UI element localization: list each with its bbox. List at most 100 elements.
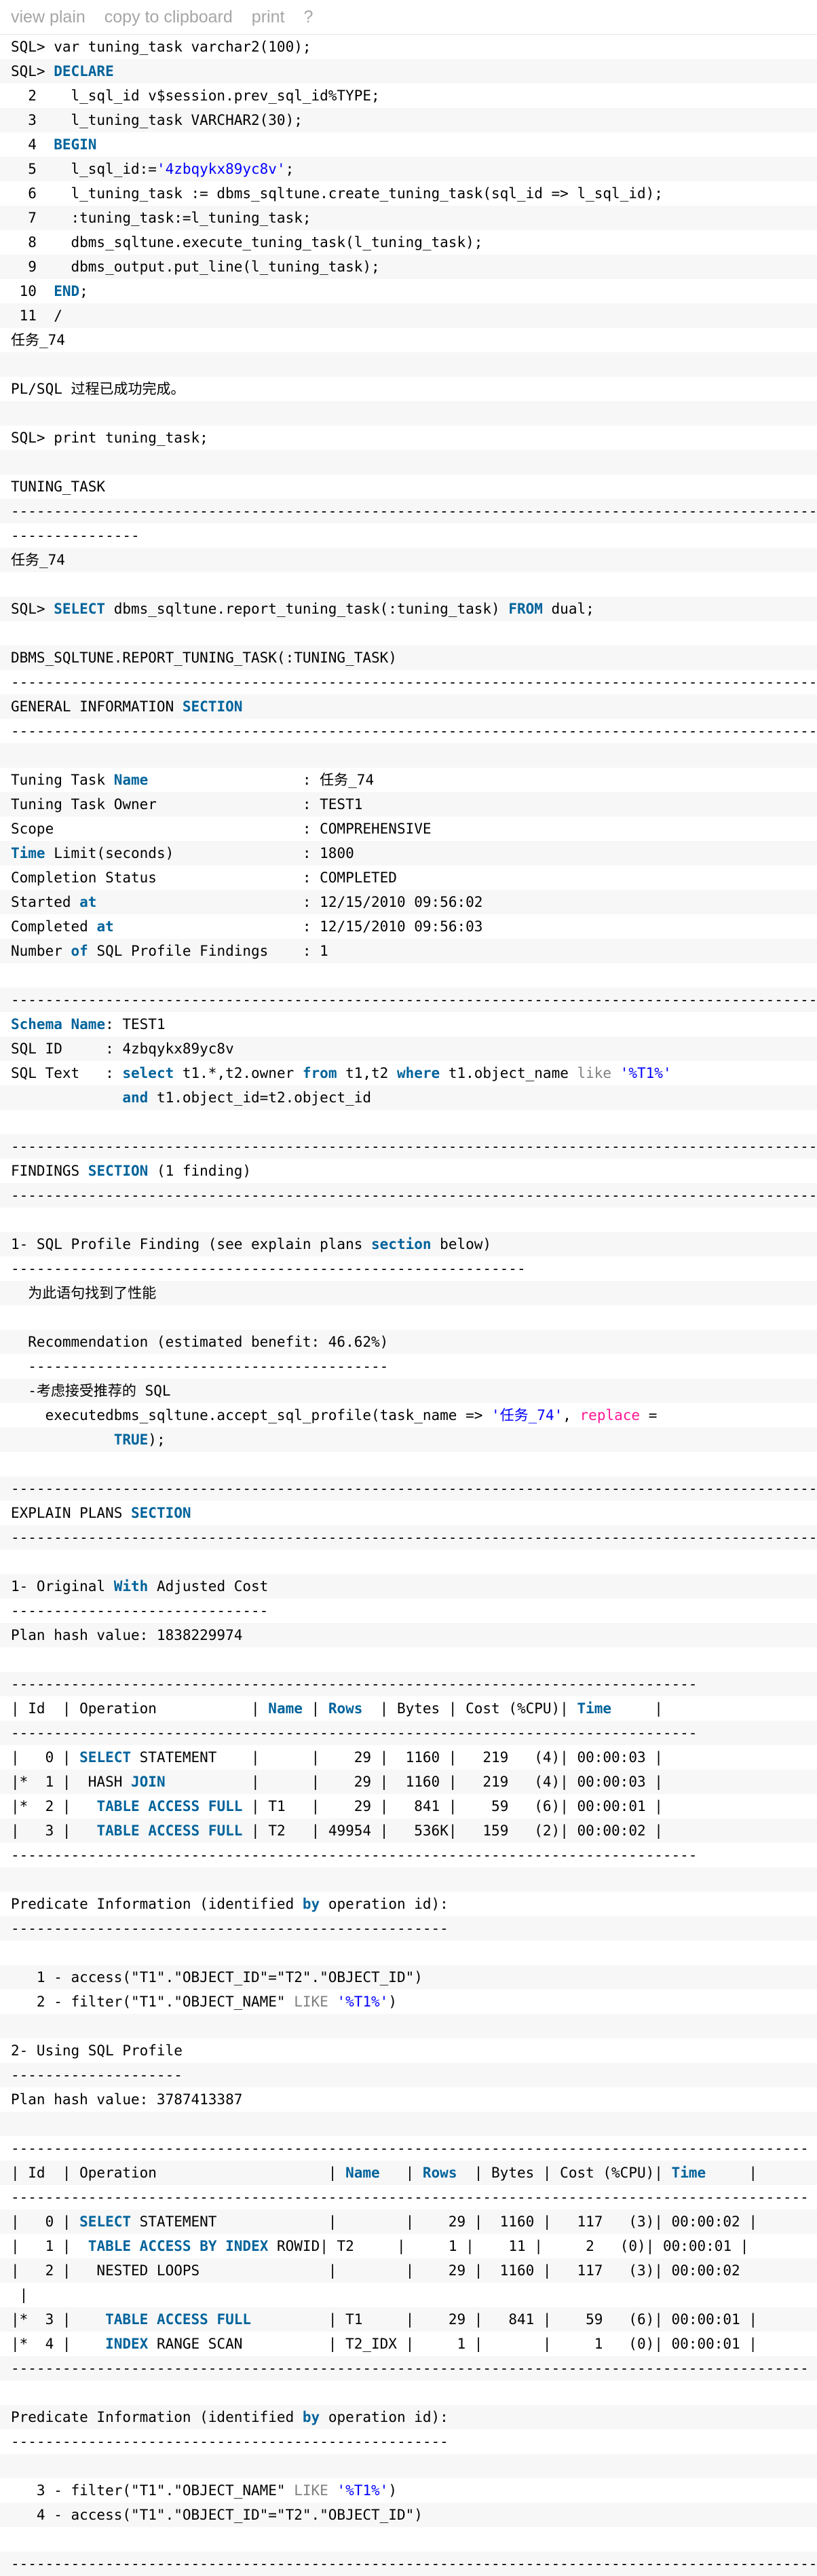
code-line: 4 - access("T1"."OBJECT_ID"="T2"."OBJECT… xyxy=(0,2503,817,2527)
code-line: | xyxy=(11,2287,28,2303)
code-line: 1 - access("T1"."OBJECT_ID"="T2"."OBJECT… xyxy=(0,1965,817,1990)
code-line: --------------- xyxy=(11,527,140,544)
code-line xyxy=(0,352,817,377)
code-line: ----------------------------------------… xyxy=(11,2189,809,2205)
code-line: 2 - filter("T1"."OBJECT_NAME" LIKE '%T1%… xyxy=(11,1994,397,2010)
code-line xyxy=(0,1867,817,1892)
code-line: ----------------------------------------… xyxy=(11,674,817,690)
code-line: PL/SQL 过程已成功完成。 xyxy=(11,381,185,397)
code-line: ----------------------------------------… xyxy=(0,499,817,523)
code-line: |* 1 | HASH JOIN | | 29 | 1160 | 219 (4)… xyxy=(0,1770,817,1794)
code-line: Scope : COMPREHENSIVE xyxy=(11,821,432,837)
code-line: -------------------- xyxy=(0,2063,817,2087)
code-line: 2- Using SQL Profile xyxy=(11,2042,183,2059)
code-line: ----------------------------------------… xyxy=(0,2356,817,2381)
code-line xyxy=(0,2112,817,2136)
code-line: Number of SQL Profile Findings : 1 xyxy=(0,939,817,963)
code-line: | 0 | SELECT STATEMENT | | 29 | 1160 | 2… xyxy=(11,1749,663,1766)
code-block: SQL> var tuning_task varchar2(100); SQL> … xyxy=(0,35,817,2576)
code-line: 5 l_sql_id:='4zbqykx89yc8v'; xyxy=(0,157,817,181)
code-line: SQL> SELECT dbms_sqltune.report_tuning_t… xyxy=(0,597,817,621)
copy-to-clipboard-link[interactable]: copy to clipboard xyxy=(104,7,233,27)
code-line: ----------------------------------------… xyxy=(11,1847,698,1863)
code-line: 3 l_tuning_task VARCHAR2(30); xyxy=(0,108,817,132)
code-line: ----------------------------------------… xyxy=(0,1672,817,1696)
code-line: 4 BEGIN xyxy=(11,136,97,153)
code-line: |* 3 | TABLE ACCESS FULL | T1 | 29 | 841… xyxy=(0,2307,817,2332)
code-line: |* 2 | TABLE ACCESS FULL | T1 | 29 | 841… xyxy=(11,1798,663,1814)
code-line xyxy=(0,2454,817,2478)
code-line: ----------------------------------------… xyxy=(11,2433,449,2450)
code-line: | 1 | TABLE ACCESS BY INDEX ROWID| T2 | … xyxy=(11,2238,749,2254)
code-line: DBMS_SQLTUNE.REPORT_TUNING_TASK(:TUNING_… xyxy=(0,646,817,670)
code-line: EXPLAIN PLANS SECTION xyxy=(11,1505,191,1521)
code-line: Schema Name: TEST1 xyxy=(11,1016,166,1032)
help-link[interactable]: ? xyxy=(303,7,313,27)
code-line: 11 / xyxy=(0,303,817,328)
code-line: 1- SQL Profile Finding (see explain plan… xyxy=(0,1232,817,1256)
code-line: ----------------------------------------… xyxy=(11,723,817,739)
code-line: Predicate Information (identified by ope… xyxy=(0,2405,817,2429)
code-line: 6 l_tuning_task := dbms_sqltune.create_t… xyxy=(11,185,663,202)
code-line: SQL> DECLARE xyxy=(0,59,817,83)
code-line xyxy=(0,2014,817,2038)
code-line: Plan hash value: 1838229974 xyxy=(0,1623,817,1647)
code-line: 2 l_sql_id v$session.prev_sql_id%TYPE; xyxy=(11,88,380,104)
code-line: ----------------------------------------… xyxy=(0,1476,817,1501)
code-line: | Id | Operation | Name | Rows | Bytes |… xyxy=(0,2161,817,2185)
code-line: SQL Text : select t1.*,t2.owner from t1,… xyxy=(11,1065,672,1081)
code-line: TUNING_TASK xyxy=(11,479,106,495)
code-line: SQL> var tuning_task varchar2(100); xyxy=(11,39,311,55)
code-line: Started at : 12/15/2010 09:56:02 xyxy=(0,890,817,914)
code-line: and t1.object_id=t2.object_id xyxy=(0,1085,817,1110)
code-line: 7 :tuning_task:=l_tuning_task; xyxy=(0,206,817,230)
code-line: Completion Status : COMPLETED xyxy=(11,870,397,886)
code-line xyxy=(0,450,817,474)
code-line: -考虑接受推荐的 SQL xyxy=(0,1379,817,1403)
code-line: ----------------------------------------… xyxy=(0,988,817,1012)
code-line: TRUE); xyxy=(0,1427,817,1452)
code-line: 任务_74 xyxy=(0,548,817,572)
code-line: ----------------------------------------… xyxy=(0,1134,817,1159)
code-line: Predicate Information (identified by ope… xyxy=(11,1896,449,1912)
code-line: Completed at : 12/15/2010 09:56:03 xyxy=(11,918,483,935)
code-line: 8 dbms_sqltune.execute_tuning_task(l_tun… xyxy=(11,234,483,250)
code-line: | Id | Operation | Name | Rows | Bytes |… xyxy=(11,1700,663,1717)
code-line: |* 4 | INDEX RANGE SCAN | T2_IDX | 1 | |… xyxy=(11,2336,757,2352)
code-toolbar: view plain copy to clipboard print ? xyxy=(0,0,817,35)
code-line: Tuning Task Name : 任务_74 xyxy=(11,772,375,788)
code-line: ----------------------------------------… xyxy=(0,1525,817,1550)
view-plain-link[interactable]: view plain xyxy=(11,7,86,27)
code-line: 1- Original With Adjusted Cost xyxy=(0,1574,817,1599)
code-line: 3 - filter("T1"."OBJECT_NAME" LIKE '%T1%… xyxy=(11,2482,397,2499)
code-line: Plan hash value: 3787413387 xyxy=(11,2091,243,2108)
code-line: ----------------------------------------… xyxy=(11,1358,389,1375)
code-line: Time Limit(seconds) : 1800 xyxy=(0,841,817,865)
code-line: ----------------------------------------… xyxy=(11,2140,809,2157)
print-link[interactable]: print xyxy=(252,7,285,27)
code-line: executedbms_sqltune.accept_sql_profile(t… xyxy=(11,1407,658,1423)
code-line: 任务_74 xyxy=(11,332,65,348)
code-line: | 2 | NESTED LOOPS | | 29 | 1160 | 117 (… xyxy=(0,2258,817,2283)
code-line: Recommendation (estimated benefit: 46.62… xyxy=(0,1330,817,1354)
code-line: SQL ID : 4zbqykx89yc8v xyxy=(0,1037,817,1061)
code-line: Tuning Task Owner : TEST1 xyxy=(0,792,817,817)
code-line: 为此语句找到了性能 xyxy=(0,1281,817,1305)
code-line: | 3 | TABLE ACCESS FULL | T2 | 49954 | 5… xyxy=(0,1818,817,1843)
code-line xyxy=(0,743,817,768)
code-line: ----------------------------------------… xyxy=(0,1916,817,1941)
code-line: 9 dbms_output.put_line(l_tuning_task); xyxy=(0,255,817,279)
code-line: 10 END; xyxy=(11,283,88,299)
code-line: ----------------------------------------… xyxy=(0,1721,817,1745)
